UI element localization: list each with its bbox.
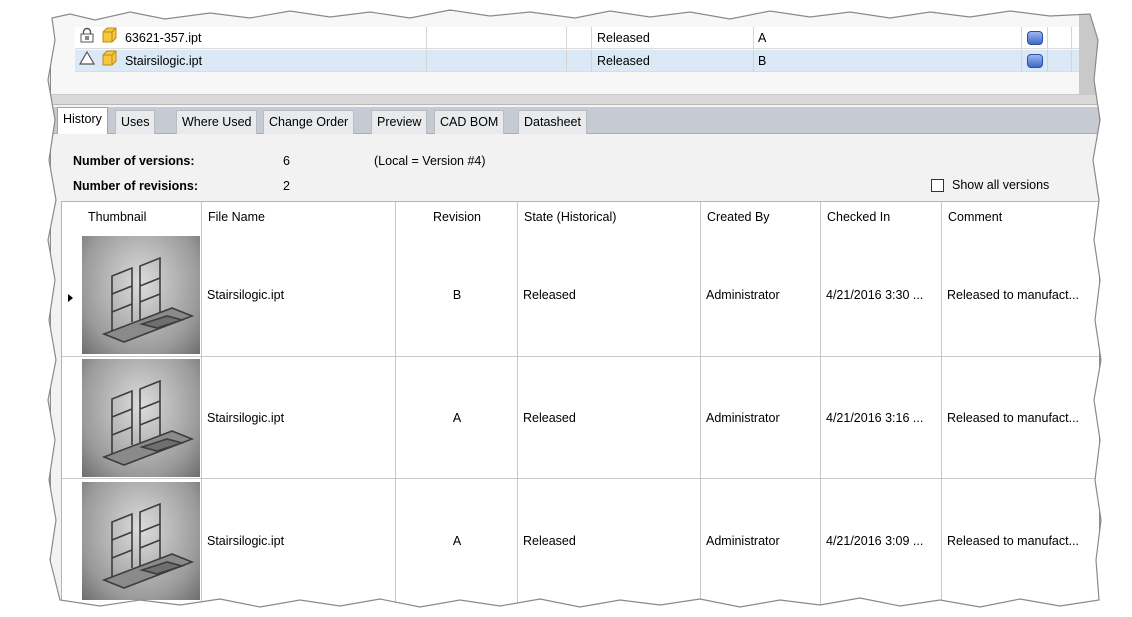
show-all-versions-label: Show all versions <box>952 178 1050 192</box>
cell-comment: Released to manufact... <box>947 534 1080 548</box>
file-state: Released <box>592 50 754 72</box>
vertical-scrollbar[interactable] <box>1079 11 1099 95</box>
tab-preview[interactable]: Preview <box>371 110 428 134</box>
history-grid: Thumbnail File Name Revision State (Hist… <box>61 201 1099 609</box>
cell-checked-in: 4/21/2016 3:16 ... <box>826 411 924 425</box>
tab-datasheet[interactable]: Datasheet <box>518 110 587 134</box>
file-revision: B <box>754 50 1022 72</box>
cell-revision: B <box>452 288 462 302</box>
file-state: Released <box>592 27 754 49</box>
history-panel: Number of versions: 6 (Local = Version #… <box>51 134 1099 609</box>
cell-state: Released <box>523 534 576 548</box>
local-version-note: (Local = Version #4) <box>374 154 486 168</box>
status-square-icon <box>1027 31 1043 45</box>
file-row-selected[interactable]: Stairsilogic.ipt Released B <box>75 50 1099 72</box>
cell-created-by: Administrator <box>706 534 780 548</box>
pane-splitter[interactable] <box>51 95 1099 105</box>
tab-uses[interactable]: Uses <box>115 110 156 134</box>
cell-state: Released <box>523 288 576 302</box>
cell-checked-in: 4/21/2016 3:09 ... <box>826 534 924 548</box>
column-header-created-by[interactable]: Created By <box>701 202 821 232</box>
versions-value: 6 <box>283 154 290 168</box>
cell-revision: A <box>452 534 462 548</box>
cell-file-name: Stairsilogic.ipt <box>207 288 285 302</box>
cell-checked-in: 4/21/2016 3:30 ... <box>826 288 924 302</box>
file-name: 63621-357.ipt <box>124 31 202 45</box>
cube-icon <box>101 50 118 72</box>
cell-revision: A <box>452 411 462 425</box>
tab-where-used[interactable]: Where Used <box>176 110 258 134</box>
revisions-value: 2 <box>283 179 290 193</box>
tab-change-order[interactable]: Change Order <box>263 110 355 134</box>
tab-cad-bom[interactable]: CAD BOM <box>434 110 505 134</box>
column-header-thumbnail[interactable]: Thumbnail <box>82 202 202 232</box>
column-header-file-name[interactable]: File Name <box>202 202 396 232</box>
column-header-state[interactable]: State (Historical) <box>518 202 701 232</box>
cube-icon <box>101 27 118 49</box>
cell-state: Released <box>523 411 576 425</box>
current-row-indicator <box>68 294 73 302</box>
tab-history[interactable]: History <box>57 107 108 135</box>
status-square-icon <box>1027 54 1043 68</box>
file-revision: A <box>754 27 1022 49</box>
cell-file-name: Stairsilogic.ipt <box>207 534 285 548</box>
vault-history-window: 63621-357.ipt Released A Stairsilogic.ip… <box>50 10 1100 610</box>
triangle-icon <box>78 50 96 72</box>
column-header-checked-in[interactable]: Checked In <box>821 202 942 232</box>
checkbox-box[interactable] <box>931 178 944 192</box>
file-list: 63621-357.ipt Released A Stairsilogic.ip… <box>51 11 1099 95</box>
versions-label: Number of versions: <box>73 154 195 168</box>
show-all-versions-checkbox[interactable]: Show all versions <box>931 177 1049 193</box>
cell-created-by: Administrator <box>706 288 780 302</box>
tab-strip: History Uses Where Used Change Order Pre… <box>51 107 1099 135</box>
thumbnail-image <box>82 482 200 600</box>
file-row[interactable]: 63621-357.ipt Released A <box>75 27 1099 49</box>
thumbnail-image <box>82 359 200 477</box>
lock-icon <box>79 27 95 49</box>
thumbnail-image <box>82 236 200 354</box>
revisions-label: Number of revisions: <box>73 179 199 193</box>
cell-comment: Released to manufact... <box>947 411 1080 425</box>
column-header-comment[interactable]: Comment <box>942 202 1099 232</box>
file-name: Stairsilogic.ipt <box>124 54 203 68</box>
cell-created-by: Administrator <box>706 411 780 425</box>
column-header-revision[interactable]: Revision <box>396 202 518 232</box>
cell-file-name: Stairsilogic.ipt <box>207 411 285 425</box>
cell-comment: Released to manufact... <box>947 288 1080 302</box>
